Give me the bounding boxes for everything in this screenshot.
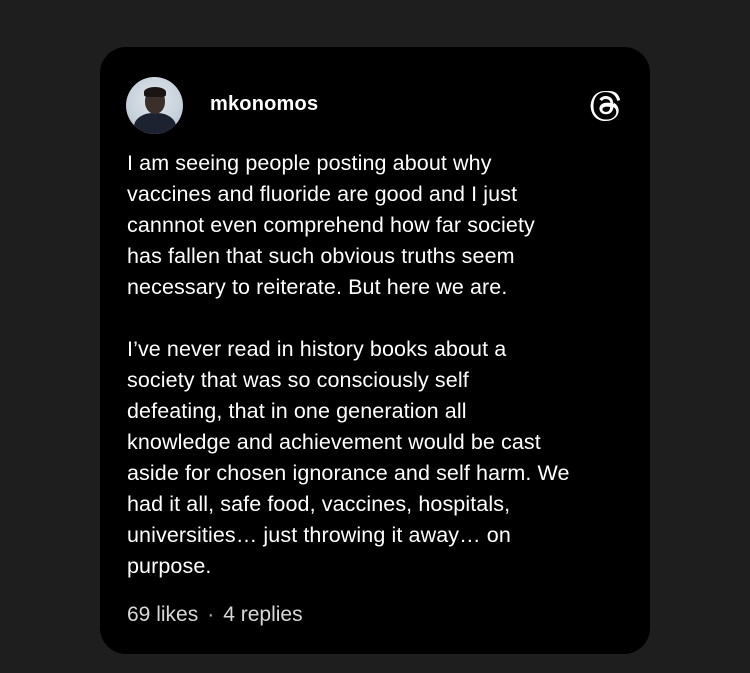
username[interactable]: mkonomos	[210, 93, 318, 116]
post-card: mkonomos I am seeing people posting abou…	[100, 47, 650, 654]
post-body: I am seeing people posting about why vac…	[127, 148, 627, 582]
post-footer: 69 likes · 4 replies	[127, 601, 303, 629]
avatar-hair	[144, 87, 166, 97]
post-paragraph: I am seeing people posting about why vac…	[127, 151, 535, 299]
avatar-body	[134, 113, 176, 134]
replies-count[interactable]: 4 replies	[223, 603, 302, 626]
footer-separator: ·	[207, 603, 215, 626]
threads-icon[interactable]	[590, 90, 620, 122]
avatar[interactable]	[126, 77, 183, 134]
likes-count[interactable]: 69 likes	[127, 603, 198, 626]
post-paragraph: I’ve never read in history books about a…	[127, 337, 570, 578]
